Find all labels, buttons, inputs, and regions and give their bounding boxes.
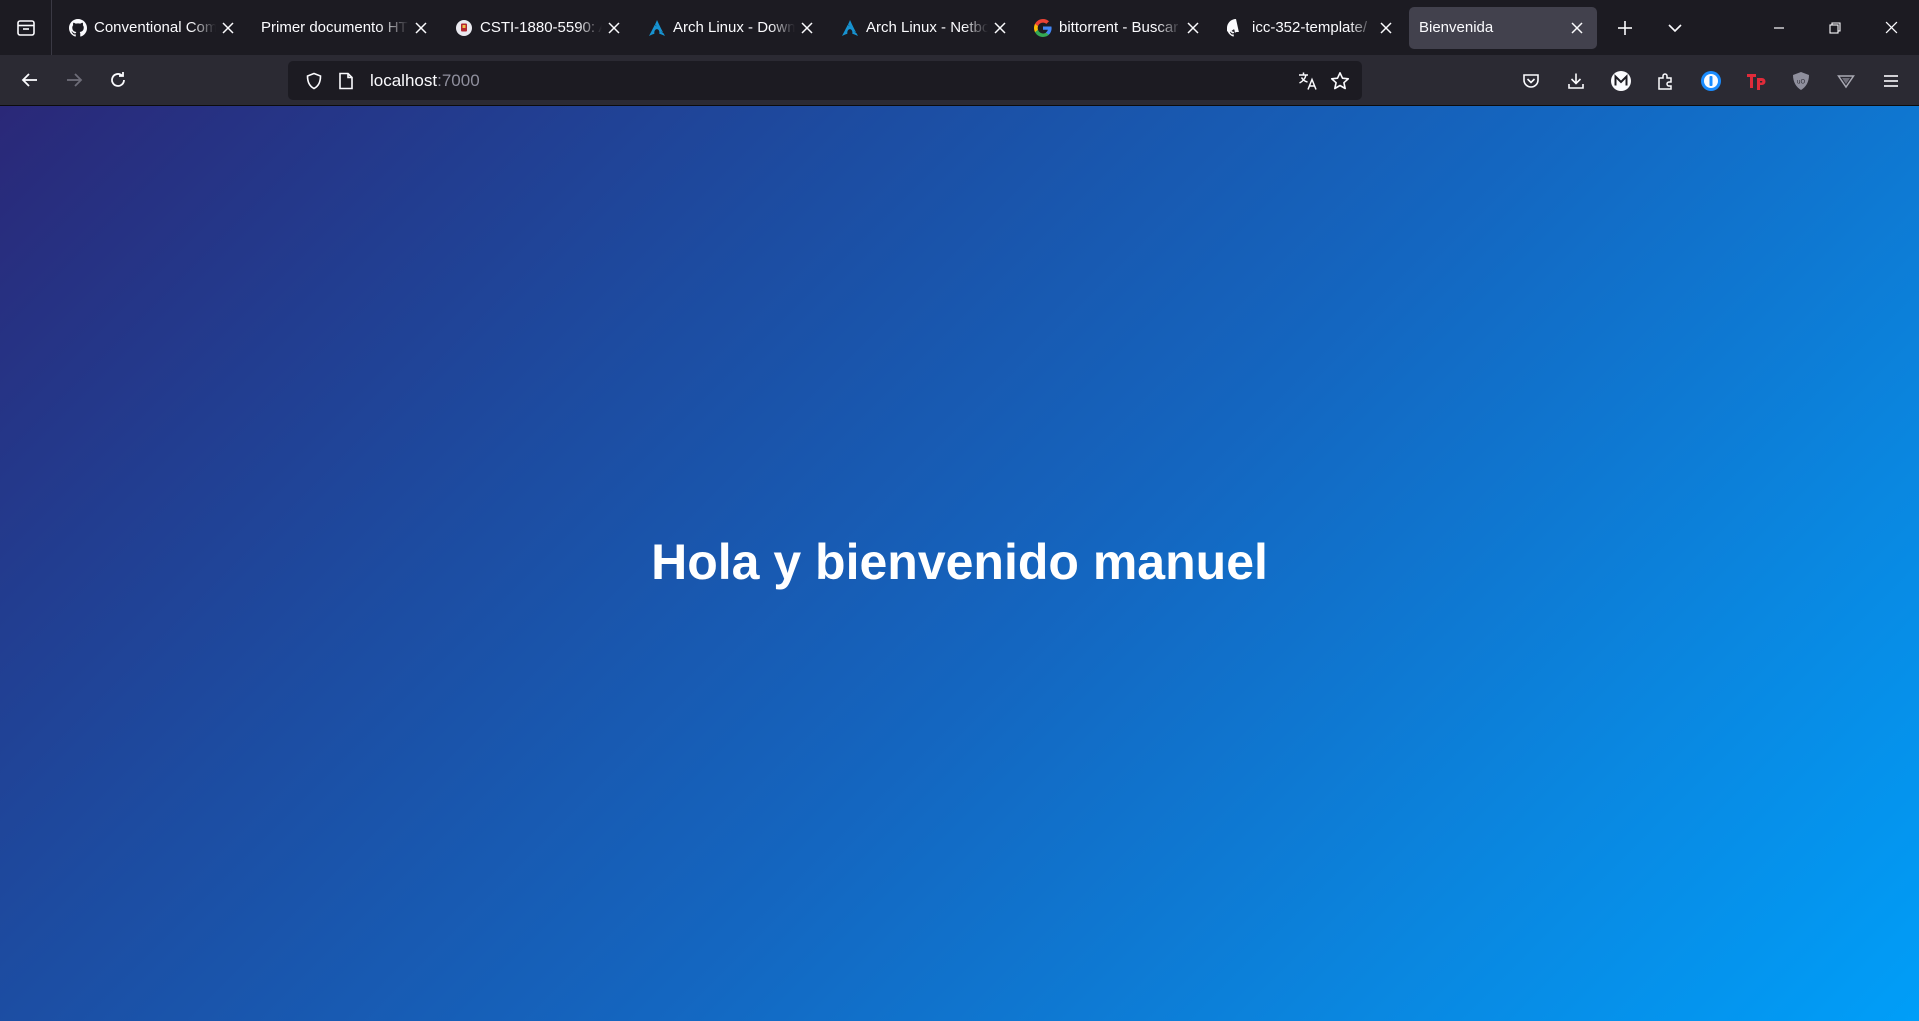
- account-m-button[interactable]: [1598, 61, 1643, 101]
- restore-button[interactable]: [1807, 0, 1863, 55]
- navigation-toolbar: localhost:7000 uO: [0, 55, 1919, 106]
- ublock-shield-icon: uO: [1791, 71, 1811, 91]
- toolbar-extensions: uO: [1508, 55, 1919, 106]
- star-icon[interactable]: [1324, 65, 1356, 97]
- firefox-view-icon: [16, 18, 36, 38]
- close-icon[interactable]: [411, 18, 431, 38]
- svg-text:uO: uO: [1796, 78, 1805, 85]
- app-menu-button[interactable]: [1868, 61, 1913, 101]
- tab-label: bittorrent - Buscar con Google: [1059, 19, 1181, 36]
- minimize-icon: [1773, 22, 1785, 34]
- list-all-tabs-button[interactable]: [1650, 0, 1700, 55]
- tab-icc-352-template[interactable]: icc-352-template/: [1216, 7, 1406, 49]
- chevron-down-icon: [1667, 20, 1683, 36]
- tab-label: Bienvenida: [1419, 19, 1494, 36]
- page-icon[interactable]: [330, 65, 362, 97]
- tab-label: Arch Linux - Downloads: [673, 19, 795, 36]
- tab-strip: Conventional Commits Primer documento HT…: [0, 0, 1919, 55]
- extensions-button[interactable]: [1643, 61, 1688, 101]
- welcome-heading: Hola y bienvenido manuel: [651, 533, 1268, 590]
- close-icon[interactable]: [1376, 18, 1396, 38]
- tab-bienvenida[interactable]: Bienvenida: [1409, 6, 1597, 49]
- tp-icon: [1745, 71, 1767, 91]
- google-icon: [1033, 18, 1053, 38]
- url-port: :7000: [437, 70, 480, 90]
- arch-linux-icon: [840, 18, 860, 38]
- download-icon: [1567, 72, 1585, 90]
- tab-arch-netboot[interactable]: Arch Linux - Netboot: [830, 7, 1020, 49]
- letter-m-avatar-icon: [1610, 70, 1632, 92]
- close-icon[interactable]: [1183, 18, 1203, 38]
- firefox-view-button[interactable]: [0, 0, 52, 55]
- translate-icon[interactable]: [1292, 65, 1324, 97]
- tab-conventional-commits[interactable]: Conventional Commits: [58, 7, 248, 49]
- hamburger-menu-icon: [1882, 72, 1900, 90]
- arrow-left-icon: [20, 70, 40, 90]
- url-text[interactable]: localhost:7000: [370, 71, 480, 91]
- forward-button[interactable]: [52, 60, 96, 100]
- ublock-button[interactable]: uO: [1778, 61, 1823, 101]
- university-crest-icon: [454, 18, 474, 38]
- password-manager-icon: [1700, 70, 1722, 92]
- plus-icon: [1617, 20, 1633, 36]
- close-window-button[interactable]: [1863, 0, 1919, 55]
- tab-csti[interactable]: CSTI-1880-5590: Aplicaciones: [444, 7, 634, 49]
- tab-primer-documento[interactable]: Primer documento HTML: [251, 7, 441, 49]
- tab-arch-downloads[interactable]: Arch Linux - Downloads: [637, 7, 827, 49]
- github-icon: [68, 18, 88, 38]
- new-tab-button[interactable]: [1600, 0, 1650, 55]
- tab-label: Arch Linux - Netboot: [866, 19, 988, 36]
- tab-label: icc-352-template/: [1252, 19, 1368, 36]
- triangle-icon: [1836, 72, 1855, 90]
- tab-label: Primer documento HTML: [261, 19, 409, 36]
- puzzle-icon: [1657, 72, 1675, 90]
- close-icon: [1885, 21, 1898, 34]
- shield-icon[interactable]: [298, 65, 330, 97]
- downloads-button[interactable]: [1553, 61, 1598, 101]
- restore-icon: [1829, 21, 1841, 34]
- back-button[interactable]: [8, 60, 52, 100]
- tab-list: Conventional Commits Primer documento HT…: [52, 0, 1600, 55]
- tab-label: Conventional Commits: [94, 19, 216, 36]
- minimize-button[interactable]: [1751, 0, 1807, 55]
- pocket-icon: [1522, 72, 1540, 90]
- tp-extension-button[interactable]: [1733, 61, 1778, 101]
- arch-linux-icon: [647, 18, 667, 38]
- close-icon[interactable]: [1567, 18, 1587, 38]
- close-icon[interactable]: [604, 18, 624, 38]
- reload-icon: [108, 70, 128, 90]
- close-icon[interactable]: [218, 18, 238, 38]
- url-bar[interactable]: localhost:7000: [288, 61, 1362, 100]
- close-icon[interactable]: [990, 18, 1010, 38]
- vpn-extension-button[interactable]: [1823, 61, 1868, 101]
- pocket-button[interactable]: [1508, 61, 1553, 101]
- tab-label: CSTI-1880-5590: Aplicaciones: [480, 19, 602, 36]
- close-icon[interactable]: [797, 18, 817, 38]
- tab-bittorrent-google[interactable]: bittorrent - Buscar con Google: [1023, 7, 1213, 49]
- url-host: localhost: [370, 70, 438, 90]
- arrow-right-icon: [64, 70, 84, 90]
- password-manager-button[interactable]: [1688, 61, 1733, 101]
- github-icon: [1226, 18, 1246, 38]
- page-content: Hola y bienvenido manuel: [0, 106, 1919, 1021]
- reload-button[interactable]: [96, 60, 140, 100]
